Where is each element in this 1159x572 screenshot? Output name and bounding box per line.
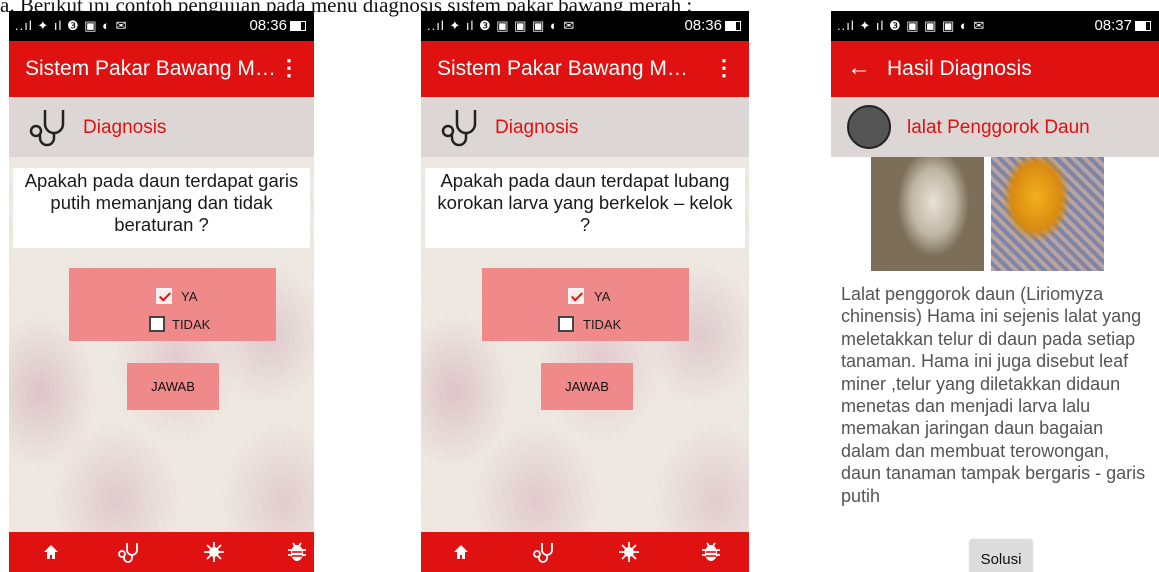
checkbox-ya[interactable]	[568, 288, 584, 304]
result-header: lalat Penggorok Daun	[831, 97, 1159, 157]
bottom-nav	[421, 532, 749, 572]
home-icon[interactable]	[39, 540, 63, 564]
app-title: Hasil Diagnosis	[887, 57, 1032, 80]
option-ya[interactable]: YA	[69, 285, 276, 309]
bug-icon[interactable]	[285, 540, 309, 564]
app-bar: Sistem Pakar Bawang M… ⋮	[421, 41, 749, 97]
phone-screen-3: ..ıl ✦ ıl ❸ ▣ ▣ ▣ ◐ ✉ 08:37 ← Hasil Diag…	[831, 11, 1159, 572]
phone-screen-2: ..ıl ✦ ıl ❸ ▣ ▣ ▣ ◐ ✉ 08:36 Sistem Pakar…	[421, 11, 749, 572]
option-ya-label: YA	[594, 289, 611, 304]
bottom-nav	[9, 532, 314, 572]
status-bar: ..ıl ✦ ıl ❸ ▣ ◐ ✉ 08:36	[9, 11, 314, 41]
status-icons: ..ıl ✦ ıl ❸ ▣ ▣ ▣ ◐ ✉	[427, 18, 576, 33]
solusi-button[interactable]: Solusi	[970, 539, 1032, 572]
virus-icon[interactable]	[617, 540, 641, 564]
battery-icon	[1135, 21, 1151, 32]
option-tidak[interactable]: TIDAK	[69, 313, 276, 337]
stethoscope-icon	[441, 110, 477, 147]
pest-photo-2	[991, 157, 1104, 271]
pest-photo-1	[871, 157, 984, 271]
section-header: Diagnosis	[421, 97, 749, 157]
phone-screen-1: ..ıl ✦ ıl ❸ ▣ ◐ ✉ 08:36 Sistem Pakar Baw…	[9, 11, 314, 572]
battery-icon	[725, 21, 741, 32]
status-time: 08:37	[1094, 17, 1151, 34]
battery-icon	[290, 21, 306, 32]
stethoscope-icon[interactable]	[531, 540, 555, 564]
back-arrow-icon[interactable]: ←	[847, 54, 871, 82]
status-icons: ..ıl ✦ ıl ❸ ▣ ▣ ▣ ◐ ✉	[837, 18, 986, 33]
section-header: Diagnosis	[9, 97, 314, 157]
answer-box: YA TIDAK	[482, 268, 689, 341]
status-bar: ..ıl ✦ ıl ❸ ▣ ▣ ▣ ◐ ✉ 08:37	[831, 11, 1159, 41]
section-label: Diagnosis	[495, 117, 579, 138]
virus-icon[interactable]	[202, 540, 226, 564]
app-title: Sistem Pakar Bawang M…	[437, 57, 688, 80]
section-label: Diagnosis	[83, 117, 167, 138]
option-ya[interactable]: YA	[482, 285, 689, 309]
status-time: 08:36	[249, 17, 306, 34]
question-text: Apakah pada daun terdapat lubang korokan…	[425, 168, 745, 248]
app-title: Sistem Pakar Bawang M…	[25, 57, 276, 80]
status-bar: ..ıl ✦ ıl ❸ ▣ ▣ ▣ ◐ ✉ 08:36	[421, 11, 749, 41]
jawab-button[interactable]: JAWAB	[541, 363, 633, 410]
jawab-button[interactable]: JAWAB	[127, 363, 219, 410]
home-icon[interactable]	[449, 540, 473, 564]
status-icons: ..ıl ✦ ıl ❸ ▣ ◐ ✉	[15, 18, 128, 33]
stethoscope-icon[interactable]	[116, 540, 140, 564]
result-description: Lalat penggorok daun (Liriomyza chinensi…	[841, 284, 1146, 506]
stethoscope-icon	[29, 110, 65, 147]
pest-icon	[847, 105, 891, 149]
app-bar: ← Hasil Diagnosis	[831, 41, 1159, 97]
option-tidak-label: TIDAK	[583, 317, 622, 332]
status-time: 08:36	[684, 17, 741, 34]
checkbox-tidak[interactable]	[149, 316, 165, 332]
checkbox-ya[interactable]	[156, 288, 172, 304]
checkbox-tidak[interactable]	[558, 316, 574, 332]
result-title: lalat Penggorok Daun	[907, 117, 1090, 138]
option-tidak[interactable]: TIDAK	[482, 313, 689, 337]
bug-icon[interactable]	[699, 540, 723, 564]
app-bar: Sistem Pakar Bawang M… ⋮	[9, 41, 314, 97]
option-ya-label: YA	[181, 289, 198, 304]
overflow-menu-icon[interactable]: ⋮	[278, 55, 300, 81]
overflow-menu-icon[interactable]: ⋮	[713, 55, 735, 81]
option-tidak-label: TIDAK	[172, 317, 211, 332]
answer-box: YA TIDAK	[69, 268, 276, 341]
question-text: Apakah pada daun terdapat garis putih me…	[13, 168, 310, 248]
